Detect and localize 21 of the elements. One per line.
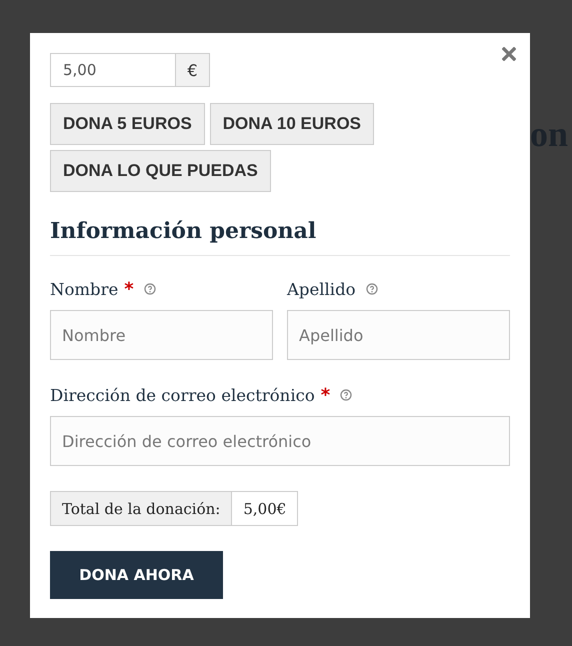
currency-label: €	[175, 53, 210, 87]
preset-amount-button[interactable]: DONA LO QUE PUEDAS	[50, 150, 271, 192]
section-heading: Información personal	[50, 218, 318, 244]
text-field[interactable]: Apellido	[287, 310, 510, 360]
amount-field[interactable]: 5,00	[50, 53, 175, 87]
total-label: Total de la donación:	[50, 491, 232, 526]
text-field[interactable]: Nombre	[50, 310, 273, 360]
text-field[interactable]: Dirección de correo electrónico	[50, 416, 510, 466]
close-button[interactable]	[502, 47, 516, 61]
field-label: Nombre	[50, 280, 118, 298]
required-mark: *	[320, 384, 330, 406]
donate-button[interactable]: DONA AHORA	[50, 551, 223, 599]
help-icon[interactable]	[144, 283, 156, 295]
help-icon[interactable]	[340, 389, 352, 401]
preset-amount-button[interactable]: DONA 10 EUROS	[210, 103, 374, 145]
help-icon[interactable]	[366, 283, 378, 295]
field-label: Dirección de correo electrónico	[50, 386, 315, 404]
preset-amount-button[interactable]: DONA 5 EUROS	[50, 103, 205, 145]
total-amount: 5,00€	[232, 491, 298, 526]
required-mark: *	[124, 278, 134, 300]
field-label: Apellido	[287, 280, 356, 298]
